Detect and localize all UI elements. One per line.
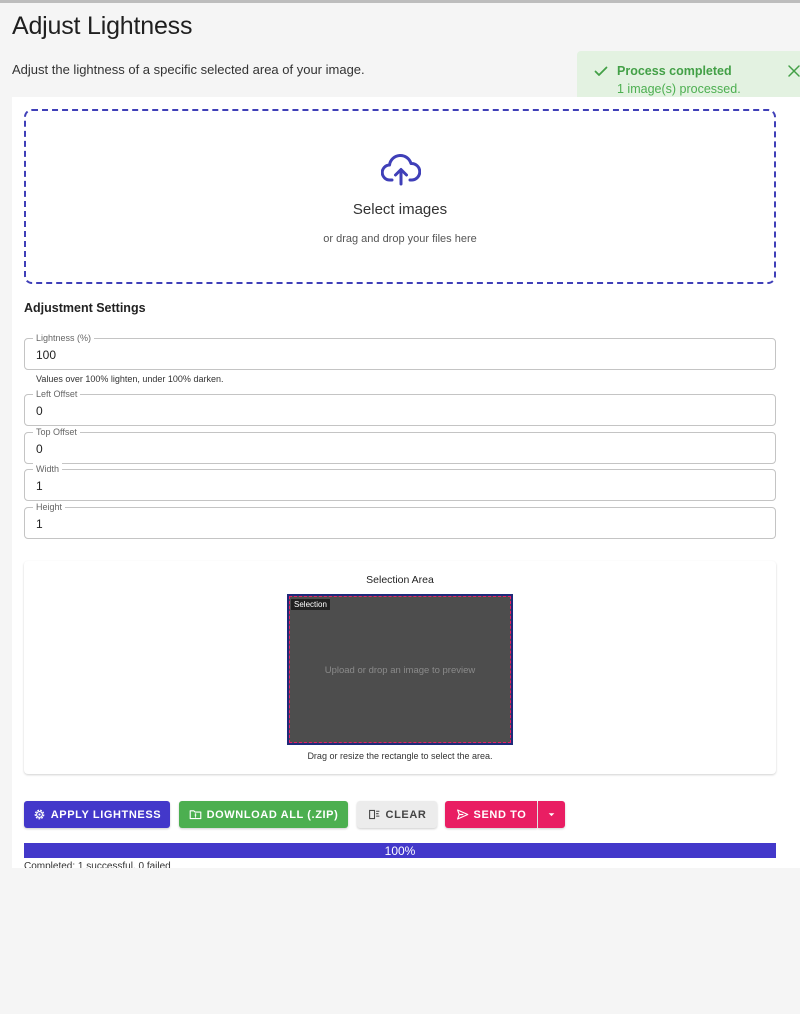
lightness-field[interactable]: Lightness (%) bbox=[24, 332, 776, 370]
height-input[interactable] bbox=[36, 516, 736, 532]
upload-dropzone[interactable]: Select images or drag and drop your file… bbox=[24, 109, 776, 284]
folder-zip-icon bbox=[189, 810, 201, 820]
lightness-helper: Values over 100% lighten, under 100% dar… bbox=[36, 374, 224, 384]
toast-message: 1 image(s) processed. bbox=[617, 82, 741, 96]
download-all-label: DOWNLOAD ALL (.ZIP) bbox=[206, 808, 339, 821]
page-description: Adjust the lightness of a specific selec… bbox=[12, 62, 365, 77]
upload-subtitle: or drag and drop your files here bbox=[323, 233, 477, 245]
status-text: Completed: 1 successful, 0 failed bbox=[24, 861, 171, 868]
top-divider bbox=[0, 0, 800, 3]
apply-lightness-label: APPLY LIGHTNESS bbox=[50, 808, 162, 821]
width-input[interactable] bbox=[36, 478, 736, 494]
top-offset-input[interactable] bbox=[36, 441, 736, 457]
image-preview: Selection Upload or drop an image to pre… bbox=[287, 594, 513, 745]
clear-button[interactable]: CLEAR bbox=[357, 801, 437, 828]
preview-placeholder: Upload or drop an image to preview bbox=[324, 665, 476, 676]
selection-hint: Drag or resize the rectangle to select t… bbox=[307, 751, 493, 761]
send-icon bbox=[456, 809, 468, 820]
apply-lightness-button[interactable]: APPLY LIGHTNESS bbox=[24, 801, 170, 828]
left-offset-input[interactable] bbox=[36, 403, 736, 419]
progress-label: 100% bbox=[384, 844, 416, 858]
lightness-input[interactable] bbox=[36, 347, 736, 363]
page-title: Adjust Lightness bbox=[12, 12, 193, 40]
selection-title: Selection Area bbox=[366, 574, 434, 586]
cloud-upload-icon bbox=[381, 153, 421, 186]
send-to-dropdown-button[interactable] bbox=[538, 801, 565, 828]
left-offset-label: Left Offset bbox=[33, 388, 81, 400]
height-label: Height bbox=[33, 501, 66, 513]
send-to-button[interactable]: SEND TO bbox=[445, 801, 537, 828]
upload-title: Select images bbox=[352, 201, 448, 218]
top-offset-field[interactable]: Top Offset bbox=[24, 426, 776, 464]
main-card: Select images or drag and drop your file… bbox=[12, 97, 800, 868]
toast-title: Process completed bbox=[617, 64, 732, 78]
clear-icon bbox=[368, 809, 379, 820]
progress-bar: 100% bbox=[24, 843, 776, 858]
download-all-button[interactable]: DOWNLOAD ALL (.ZIP) bbox=[179, 801, 348, 828]
top-offset-label: Top Offset bbox=[33, 426, 80, 438]
send-to-label: SEND TO bbox=[473, 808, 527, 821]
check-icon bbox=[594, 66, 608, 76]
settings-heading: Adjustment Settings bbox=[24, 301, 146, 315]
selection-tag: Selection bbox=[291, 599, 330, 610]
close-icon[interactable] bbox=[787, 64, 800, 78]
caret-down-icon bbox=[548, 813, 555, 817]
width-field[interactable]: Width bbox=[24, 463, 776, 501]
height-field[interactable]: Height bbox=[24, 501, 776, 539]
gear-icon bbox=[34, 809, 45, 820]
left-offset-field[interactable]: Left Offset bbox=[24, 388, 776, 426]
selection-card: Selection Area Selection Upload or drop … bbox=[24, 561, 776, 774]
clear-label: CLEAR bbox=[385, 808, 427, 821]
lightness-label: Lightness (%) bbox=[33, 332, 95, 344]
width-label: Width bbox=[33, 463, 63, 475]
